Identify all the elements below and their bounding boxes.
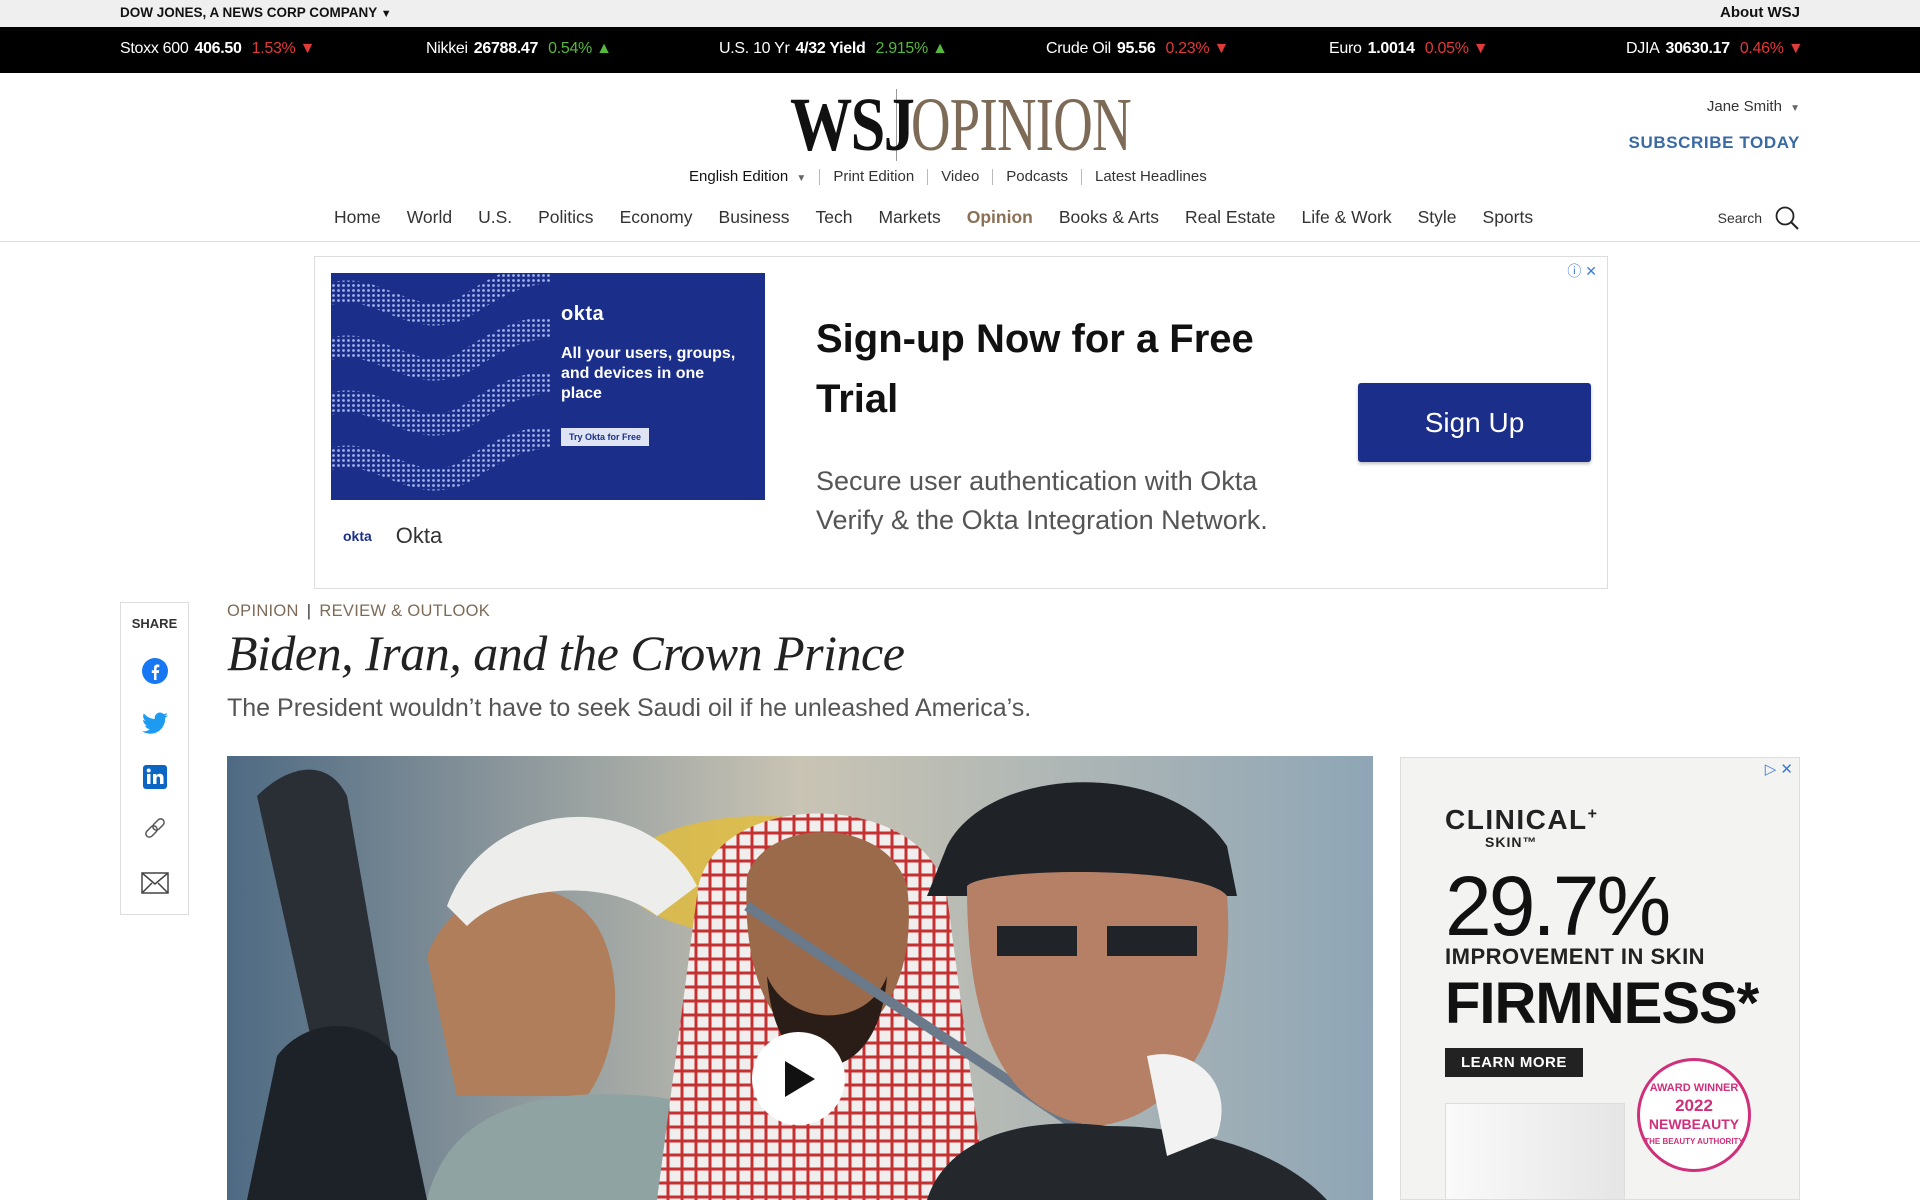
okta-logo: okta: [343, 528, 372, 544]
award-seal: AWARD WINNER 2022 NEWBEAUTY THE BEAUTY A…: [1637, 1058, 1751, 1172]
divider: [819, 168, 821, 185]
okta-ad[interactable]: ⓘ ✕ okta All your users, groups, and dev…: [314, 256, 1608, 589]
facebook-icon[interactable]: [139, 655, 171, 687]
hero-photo-collage: [227, 756, 1373, 1200]
logo-wsj: WSJ: [790, 82, 915, 167]
search-button[interactable]: Search: [1718, 205, 1800, 231]
user-menu[interactable]: Jane Smith ▼: [1707, 98, 1800, 115]
nav-business[interactable]: Business: [719, 207, 790, 228]
ad-brand-sub: SKIN™: [1485, 834, 1538, 850]
ticker-item[interactable]: Nikkei 26788.47 0.54% ▲: [426, 40, 612, 58]
nav-tech[interactable]: Tech: [816, 207, 853, 228]
ad-description: Secure user authentication with Okta Ver…: [816, 466, 1268, 535]
nav-us[interactable]: U.S.: [478, 207, 512, 228]
ticker-item[interactable]: DJIA 30630.17 0.46% ▼: [1626, 40, 1804, 58]
ticker-item[interactable]: Stoxx 600 406.50 1.53% ▼: [120, 40, 315, 58]
video-link[interactable]: Video: [941, 168, 979, 185]
nav-economy[interactable]: Economy: [620, 207, 693, 228]
nav-politics[interactable]: Politics: [538, 207, 593, 228]
okta-try-free-button[interactable]: Try Okta for Free: [561, 428, 650, 446]
nav-style[interactable]: Style: [1418, 207, 1457, 228]
chevron-down-icon: ▼: [380, 8, 392, 20]
email-icon[interactable]: [139, 867, 171, 899]
wave-pattern-graphic: [331, 273, 551, 491]
share-label: SHARE: [131, 616, 178, 631]
learn-more-button[interactable]: LEARN MORE: [1445, 1048, 1583, 1077]
divider: [927, 168, 929, 185]
ad-headline[interactable]: Sign-up Now for a Free Trial: [816, 309, 1276, 429]
nav-home[interactable]: Home: [334, 207, 381, 228]
arrow-down-icon: ▼: [1787, 40, 1804, 57]
ticker-item[interactable]: Euro 1.0014 0.05% ▼: [1329, 40, 1489, 58]
clinical-skin-ad[interactable]: ▷ ✕ CLINICAL+ SKIN™ 29.7% IMPROVEMENT IN…: [1400, 757, 1800, 1200]
arrow-down-icon: ▼: [299, 40, 316, 57]
product-box-image: [1445, 1103, 1625, 1199]
ticker-item[interactable]: Crude Oil 95.56 0.23% ▼: [1046, 40, 1229, 58]
dow-jones-bar: DOW JONES, A NEWS CORP COMPANY ▼ About W…: [0, 0, 1920, 27]
nav-sports[interactable]: Sports: [1483, 207, 1534, 228]
edition-selector[interactable]: English Edition ▼: [689, 168, 806, 185]
search-label: Search: [1717, 210, 1762, 226]
nav-world[interactable]: World: [407, 207, 452, 228]
main-nav: Home World U.S. Politics Economy Busines…: [0, 205, 1920, 242]
nav-real-estate[interactable]: Real Estate: [1185, 207, 1275, 228]
okta-ad-image[interactable]: okta All your users, groups, and devices…: [331, 273, 765, 500]
chevron-down-icon: ▼: [1790, 103, 1800, 114]
ad-stat: 29.7%: [1445, 859, 1671, 953]
ad-line-1: IMPROVEMENT IN SKIN: [1445, 944, 1706, 969]
article-headline: Biden, Iran, and the Crown Prince: [227, 625, 905, 681]
wsj-opinion-logo[interactable]: WSJ OPINION: [790, 83, 1216, 167]
ad-choices-icon[interactable]: ▷ ✕: [1765, 760, 1793, 778]
ad-brand: CLINICAL+: [1445, 804, 1599, 835]
article-dek: The President wouldn’t have to seek Saud…: [227, 694, 1032, 722]
logo-opinion: OPINION: [911, 82, 1132, 167]
play-icon: [784, 1060, 815, 1097]
search-icon: [1775, 206, 1799, 230]
ad-advertiser[interactable]: okta Okta: [343, 523, 442, 549]
market-ticker: Stoxx 600 406.50 1.53% ▼ Nikkei 26788.47 0.5…: [0, 27, 1920, 73]
arrow-down-icon: ▼: [1213, 40, 1230, 57]
hero-video[interactable]: [227, 756, 1373, 1200]
podcasts-link[interactable]: Podcasts: [1006, 168, 1068, 185]
divider: [992, 168, 994, 185]
dow-jones-menu[interactable]: DOW JONES, A NEWS CORP COMPANY ▼: [120, 5, 392, 20]
arrow-up-icon: ▲: [932, 40, 948, 57]
share-rail: SHARE: [120, 602, 189, 915]
nav-books-arts[interactable]: Books & Arts: [1059, 207, 1159, 228]
edition-links: English Edition ▼ Print Edition Video Po…: [689, 168, 1207, 185]
advertiser-name: Okta: [395, 523, 443, 548]
arrow-down-icon: ▼: [1472, 40, 1489, 57]
column-link[interactable]: REVIEW & OUTLOOK: [319, 602, 490, 620]
latest-headlines-link[interactable]: Latest Headlines: [1095, 168, 1207, 185]
sign-up-button[interactable]: Sign Up: [1358, 383, 1591, 462]
divider: [1080, 168, 1082, 185]
okta-ad-tagline: All your users, groups, and devices in o…: [561, 345, 736, 402]
ad-choices-icon[interactable]: ⓘ ✕: [1567, 261, 1597, 281]
nav-life-work[interactable]: Life & Work: [1302, 207, 1392, 228]
nav-markets[interactable]: Markets: [879, 207, 941, 228]
about-wsj-link[interactable]: About WSJ: [1720, 4, 1800, 21]
linkedin-icon[interactable]: [139, 761, 171, 793]
ad-line-2: FIRMNESS*: [1445, 971, 1759, 1036]
print-edition-link[interactable]: Print Edition: [833, 168, 914, 185]
ticker-item[interactable]: U.S. 10 Yr 4/32 Yield 2.915% ▲: [719, 40, 948, 58]
arrow-up-icon: ▲: [596, 40, 612, 57]
article-kicker: OPINION | REVIEW & OUTLOOK: [227, 602, 490, 621]
okta-ad-brand: okta: [561, 303, 605, 325]
subscribe-link[interactable]: SUBSCRIBE TODAY: [1629, 133, 1800, 153]
link-icon[interactable]: [139, 814, 171, 846]
chevron-down-icon: ▼: [796, 173, 807, 184]
twitter-icon[interactable]: [139, 708, 171, 740]
nav-opinion[interactable]: Opinion: [967, 207, 1033, 228]
play-button[interactable]: [752, 1032, 845, 1125]
kicker-separator: |: [306, 602, 312, 620]
section-link[interactable]: OPINION: [227, 602, 299, 620]
